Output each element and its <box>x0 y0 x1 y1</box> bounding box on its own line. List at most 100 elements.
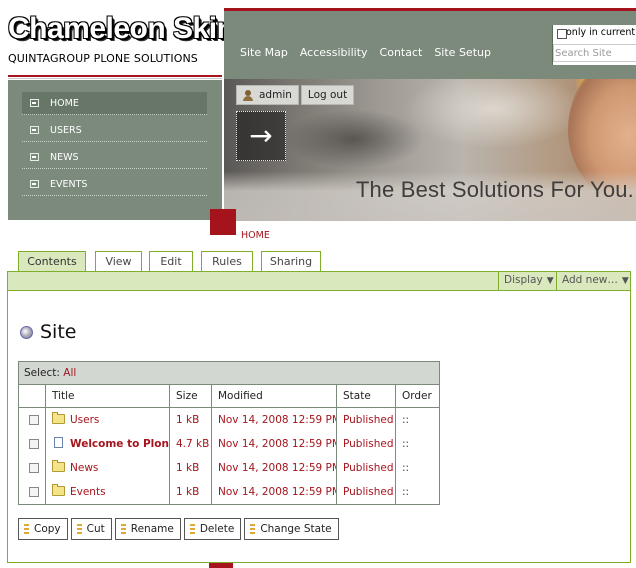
nav-item-home[interactable]: HOME <box>22 92 207 115</box>
modified-cell: Nov 14, 2008 12:59 PM <box>211 408 336 432</box>
modified-cell: Nov 14, 2008 12:59 PM <box>211 480 336 504</box>
display-menu[interactable]: Display ▼ <box>498 272 556 290</box>
chevron-down-icon: ▼ <box>546 276 554 286</box>
select-row: Select: All <box>19 362 439 385</box>
nav-bullet-icon <box>30 153 39 161</box>
column-header-order: Order <box>395 385 439 407</box>
button-grip-icon <box>250 524 256 534</box>
row-checkbox[interactable] <box>29 487 39 497</box>
title-cell[interactable]: Welcome to Plone <box>45 432 169 456</box>
banner-highlight <box>404 79 584 149</box>
logout-button[interactable]: Log out <box>300 85 355 105</box>
footer-accent <box>209 563 233 568</box>
item-title: Events <box>70 486 106 498</box>
table-row: Users 1 kB Nov 14, 2008 12:59 PM Publish… <box>19 408 439 432</box>
select-label: Select: <box>24 367 60 379</box>
chevron-down-icon: ▼ <box>621 276 629 286</box>
only-current-label: only in current <box>566 27 636 38</box>
state-cell: Published <box>336 480 395 504</box>
button-label: Delete <box>199 523 235 535</box>
order-drag-handle[interactable]: :: <box>395 432 439 456</box>
nav-bullet-icon <box>30 99 39 107</box>
site-action-contact[interactable]: Contact <box>380 46 423 59</box>
user-name-button[interactable]: admin <box>236 85 299 105</box>
item-title: Users <box>70 414 100 426</box>
left-navigation: HOME USERS NEWS EVENTS <box>8 80 222 220</box>
column-header-size[interactable]: Size <box>169 385 211 407</box>
row-select-cell <box>19 432 45 456</box>
button-label: Copy <box>34 523 61 535</box>
content-area: Display ▼ Add new… ▼ Site Select: All Titl… <box>7 271 631 563</box>
tab-edit[interactable]: Edit <box>149 251 193 271</box>
add-new-menu-label: Add new… <box>562 274 618 286</box>
row-checkbox[interactable] <box>29 439 39 449</box>
breadcrumb-home[interactable]: HOME <box>241 230 270 241</box>
user-name: admin <box>259 89 292 101</box>
rename-button[interactable]: Rename <box>114 518 181 540</box>
title-cell[interactable]: News <box>45 456 169 480</box>
row-checkbox[interactable] <box>29 463 39 473</box>
cut-button[interactable]: Cut <box>70 518 112 540</box>
nav-item-events[interactable]: EVENTS <box>22 173 207 196</box>
document-icon <box>54 437 63 448</box>
copy-button[interactable]: Copy <box>18 518 68 540</box>
site-action-sitemap[interactable]: Site Map <box>240 46 288 59</box>
button-label: Cut <box>86 523 105 535</box>
delete-button[interactable]: Delete <box>183 518 242 540</box>
add-new-menu[interactable]: Add new… ▼ <box>556 272 630 290</box>
button-label: Rename <box>130 523 174 535</box>
column-header-title[interactable]: Title <box>45 385 169 407</box>
nav-bullet-icon <box>30 126 39 134</box>
site-logo[interactable]: Chameleon Skin QUINTAGROUP PLONE SOLUTIO… <box>8 12 235 65</box>
order-drag-handle[interactable]: :: <box>395 456 439 480</box>
modified-cell: Nov 14, 2008 12:59 PM <box>211 432 336 456</box>
item-title: News <box>70 462 99 474</box>
nav-item-label: NEWS <box>50 151 79 163</box>
tab-sharing[interactable]: Sharing <box>261 251 321 271</box>
button-grip-icon <box>24 524 29 534</box>
search-box: only in current Search Site <box>552 25 636 65</box>
size-cell: 1 kB <box>169 456 211 480</box>
row-checkbox[interactable] <box>29 415 39 425</box>
column-header-state[interactable]: State <box>336 385 395 407</box>
nav-item-label: USERS <box>50 124 82 136</box>
select-all-link[interactable]: All <box>63 367 76 379</box>
logo-subtitle: QUINTAGROUP PLONE SOLUTIONS <box>8 52 198 65</box>
size-cell: 4.7 kB <box>169 432 211 456</box>
site-action-accessibility[interactable]: Accessibility <box>300 46 368 59</box>
tab-contents[interactable]: Contents <box>18 251 86 272</box>
action-buttons: Copy Cut Rename Delete Change State <box>18 518 339 540</box>
change-state-button[interactable]: Change State <box>244 518 339 540</box>
state-cell: Published <box>336 408 395 432</box>
search-input[interactable]: Search Site <box>553 44 636 62</box>
column-header-modified[interactable]: Modified <box>211 385 336 407</box>
tab-view[interactable]: View <box>95 251 142 271</box>
tab-rules[interactable]: Rules <box>201 251 253 271</box>
page-heading: Site <box>20 321 76 343</box>
nav-item-news[interactable]: NEWS <box>22 146 207 169</box>
site-actions: Site Map Accessibility Contact Site Setu… <box>240 46 491 59</box>
row-select-cell <box>19 480 45 504</box>
order-drag-handle[interactable]: :: <box>395 408 439 432</box>
table-header: Title Size Modified State Order <box>19 385 439 408</box>
table-row: Events 1 kB Nov 14, 2008 12:59 PM Publis… <box>19 480 439 504</box>
nav-item-users[interactable]: USERS <box>22 119 207 142</box>
folder-icon <box>52 460 65 472</box>
site-action-site-setup[interactable]: Site Setup <box>434 46 491 59</box>
site-root-icon <box>20 325 33 339</box>
logo-title: Chameleon Skin <box>8 12 235 45</box>
title-cell[interactable]: Events <box>45 480 169 504</box>
nav-item-label: EVENTS <box>50 178 88 190</box>
button-grip-icon <box>76 524 82 534</box>
order-drag-handle[interactable]: :: <box>395 480 439 504</box>
table-row: News 1 kB Nov 14, 2008 12:59 PM Publishe… <box>19 456 439 480</box>
title-cell[interactable]: Users <box>45 408 169 432</box>
button-grip-icon <box>189 524 195 534</box>
state-cell: Published <box>336 432 395 456</box>
logo-divider <box>8 75 222 77</box>
nav-bullet-icon <box>30 180 39 188</box>
table-row: Welcome to Plone 4.7 kB Nov 14, 2008 12:… <box>19 432 439 456</box>
user-icon <box>243 89 253 101</box>
arrow-right-icon[interactable]: → <box>236 111 286 161</box>
page-title: Site <box>40 321 77 343</box>
